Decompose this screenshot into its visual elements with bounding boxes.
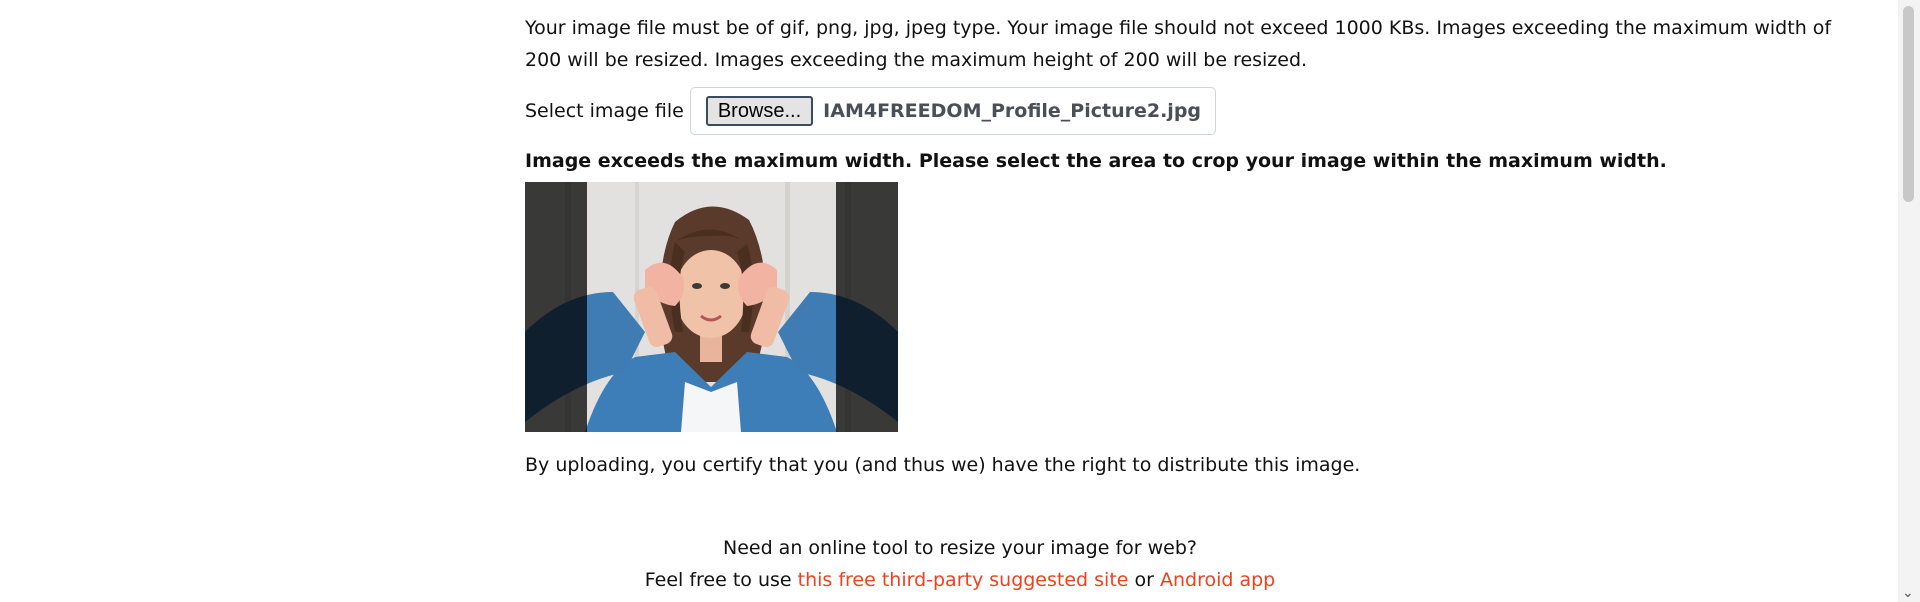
vertical-scrollbar[interactable]: ⌄ (1898, 0, 1920, 602)
chevron-down-icon[interactable]: ⌄ (1902, 586, 1914, 600)
crop-warning: Image exceeds the maximum width. Please … (525, 150, 1667, 172)
selected-file-name: IAM4FREEDOM_Profile_Picture2.jpg (823, 100, 1202, 122)
crop-mask-right (836, 182, 898, 432)
upload-requirements: Your image file must be of gif, png, jpg… (525, 17, 1832, 71)
crop-area[interactable] (525, 182, 898, 432)
certification-text: By uploading, you certify that you (and … (525, 454, 1361, 476)
resize-tool-links: Feel free to use this free third-party s… (0, 564, 1920, 596)
select-image-label: Select image file (525, 100, 684, 122)
scrollbar-thumb[interactable] (1903, 6, 1914, 202)
footer-or-text: or (1128, 569, 1160, 591)
crop-mask-left (525, 182, 587, 432)
android-app-link[interactable]: Android app (1160, 569, 1275, 591)
footer-prefix-text: Feel free to use (644, 569, 798, 591)
browse-button[interactable]: Browse... (705, 96, 814, 126)
third-party-site-link[interactable]: this free third-party suggested site (798, 569, 1129, 591)
upload-form: Your image file must be of gif, png, jpg… (525, 12, 1845, 476)
resize-tool-footer: Need an online tool to resize your image… (0, 532, 1920, 596)
file-select-row: Select image file Browse... IAM4FREEDOM_… (525, 86, 1845, 136)
file-input[interactable]: Browse... IAM4FREEDOM_Profile_Picture2.j… (689, 87, 1217, 135)
resize-tool-question: Need an online tool to resize your image… (722, 537, 1198, 559)
